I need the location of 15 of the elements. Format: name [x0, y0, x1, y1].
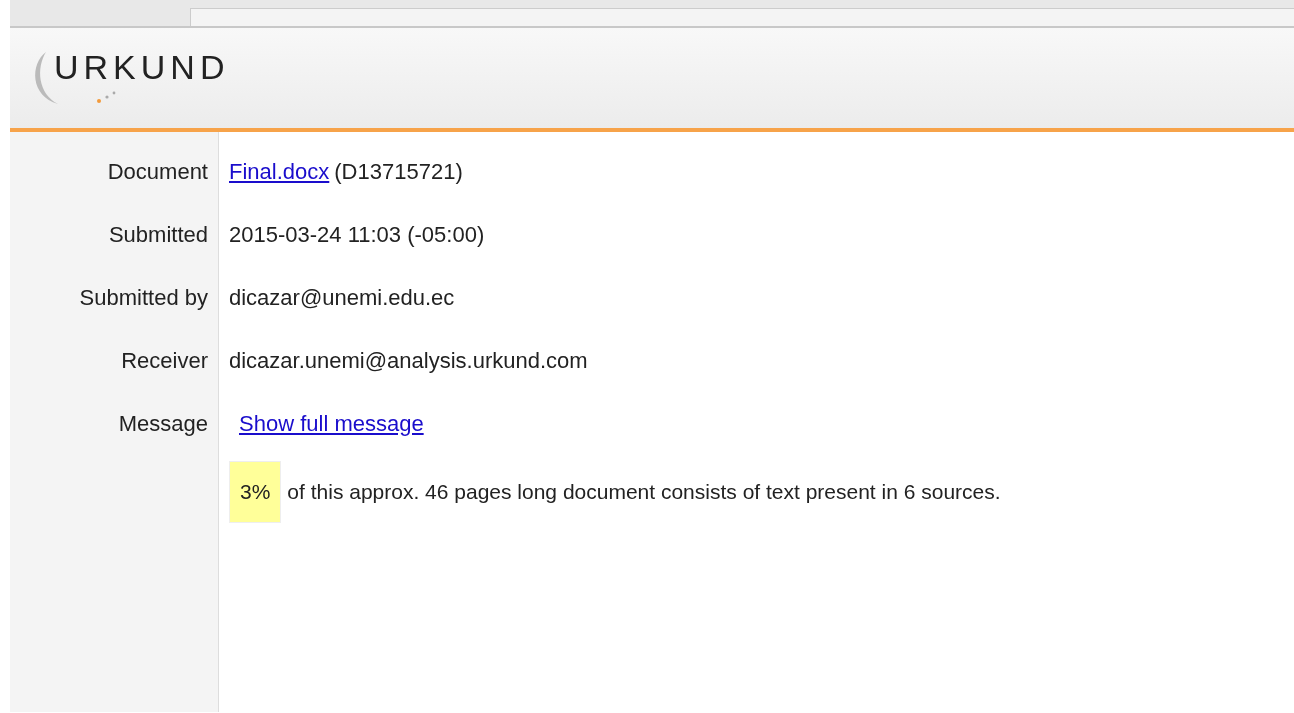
summary-text: of this approx. 46 pages long document consists of text present in 6 sources. [287, 480, 1001, 504]
logo-text: URKUND [54, 48, 230, 87]
dots-icon [96, 90, 118, 104]
field-label: Submitted by [79, 284, 208, 311]
field-label: Submitted [108, 221, 208, 248]
document-link[interactable]: Final.docx [229, 158, 330, 185]
percentage-badge: 3% [229, 461, 282, 523]
field-label: Receiver [121, 347, 208, 374]
document-id: (D13715721) [334, 158, 463, 185]
message-link[interactable]: Show full message [239, 410, 424, 437]
field-value: dicazar@unemi.edu.ec [229, 284, 455, 311]
field-value: dicazar.unemi@analysis.urkund.com [229, 347, 588, 374]
field-label: Document [107, 158, 208, 185]
field-label: Message [118, 410, 208, 437]
field-value: 2015-03-24 11:03 (-05:00) [229, 221, 485, 248]
